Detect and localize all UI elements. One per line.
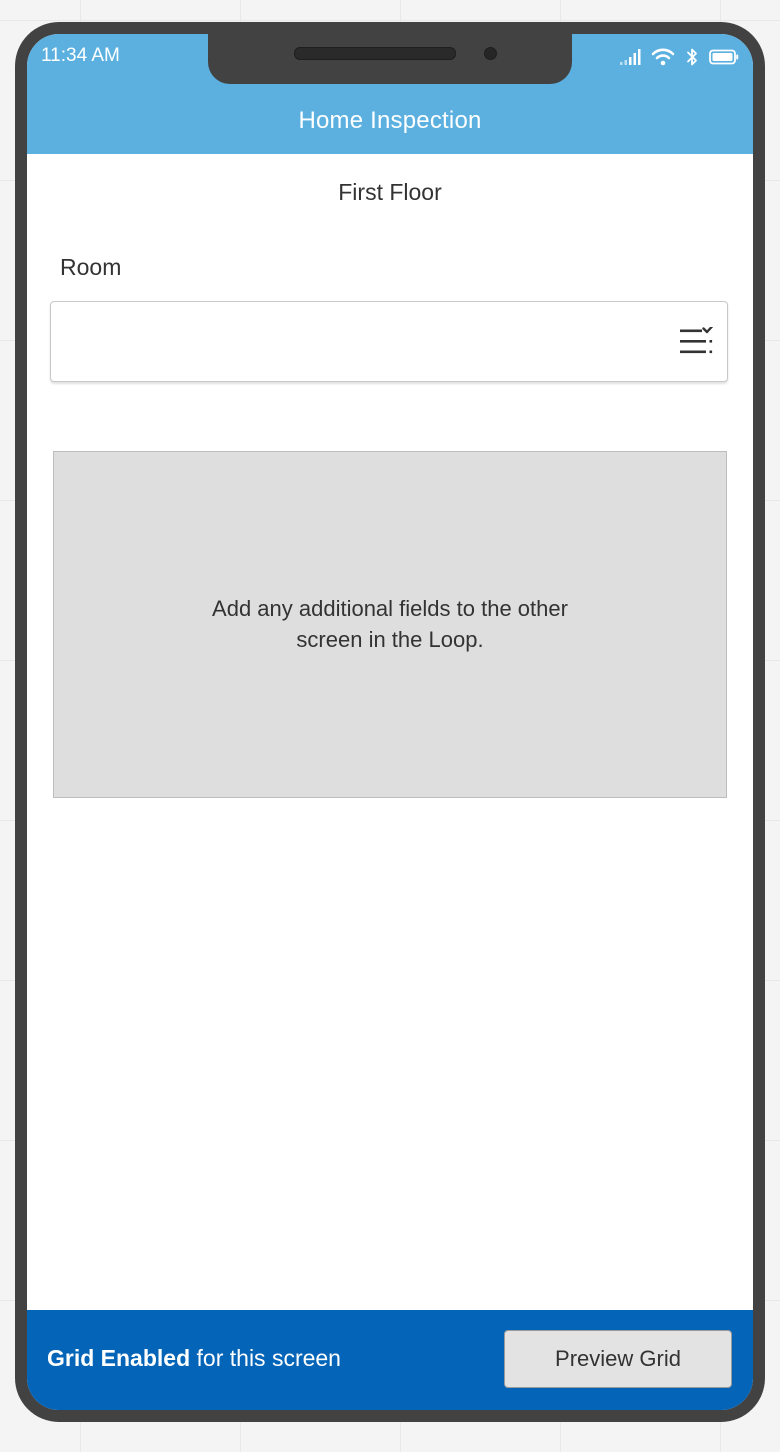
preview-grid-button[interactable]: Preview Grid — [504, 1330, 732, 1388]
status-icons — [619, 44, 739, 70]
app-screen: 11:34 AM Home Inspection First Floor Roo… — [27, 34, 753, 1410]
speaker-grille — [294, 47, 456, 60]
wifi-icon — [651, 48, 675, 66]
grid-status-text: Grid Enabled for this screen — [47, 1345, 341, 1372]
app-title: Home Inspection — [298, 107, 482, 134]
additional-fields-placeholder: Add any additional fields to the other s… — [53, 451, 727, 798]
room-select[interactable] — [50, 301, 728, 382]
device-frame: 11:34 AM Home Inspection First Floor Roo… — [15, 22, 765, 1422]
signal-icon — [620, 49, 641, 65]
grid-footer: Grid Enabled for this screen Preview Gri… — [27, 1310, 753, 1410]
front-camera — [484, 47, 497, 60]
status-time: 11:34 AM — [41, 45, 120, 66]
bluetooth-icon — [687, 48, 697, 66]
grid-status-rest: for this screen — [190, 1345, 341, 1371]
placeholder-message: Add any additional fields to the other s… — [212, 595, 568, 652]
battery-icon — [709, 49, 739, 65]
section-title: First Floor — [338, 179, 442, 205]
device-notch — [208, 34, 572, 84]
list-select-icon[interactable] — [680, 327, 714, 357]
room-field-label: Room — [60, 254, 122, 280]
grid-status-bold: Grid Enabled — [47, 1345, 191, 1371]
app-header: 11:34 AM Home Inspection — [27, 34, 753, 154]
